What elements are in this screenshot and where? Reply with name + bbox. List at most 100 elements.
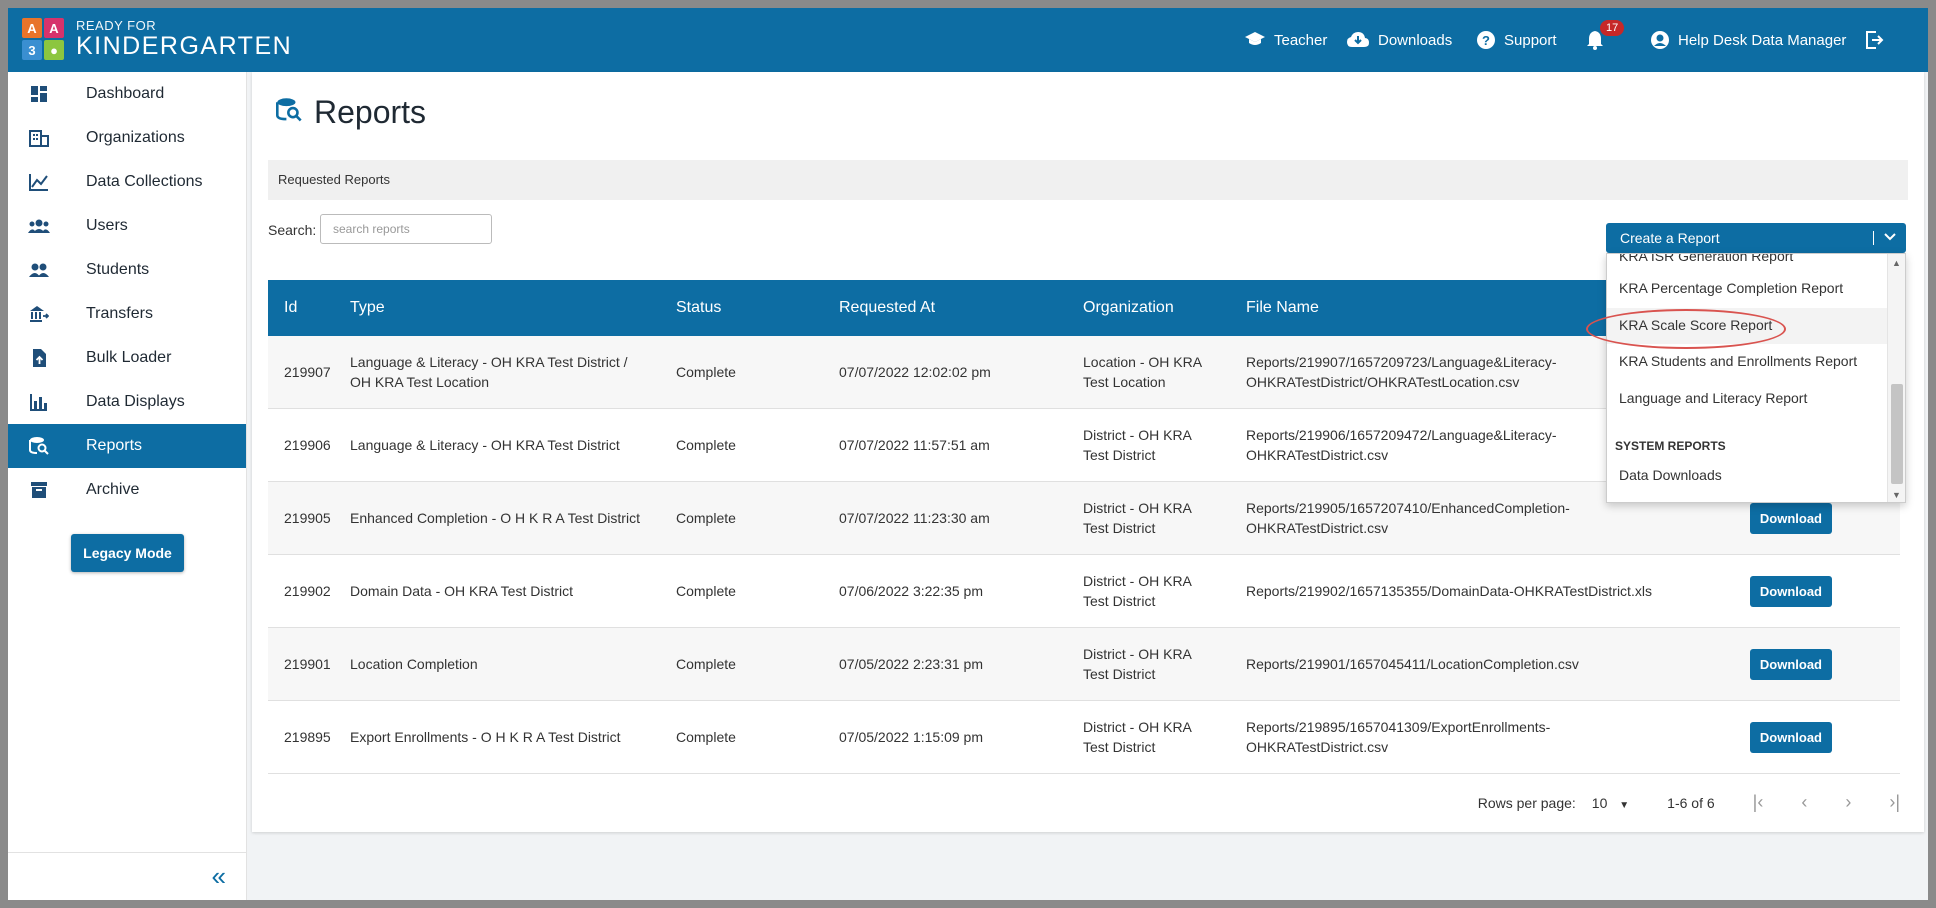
cell-type: Export Enrollments - O H K R A Test Dist… [350, 727, 676, 747]
user-name: Help Desk Data Manager [1678, 31, 1847, 49]
menu-section-header: SYSTEM REPORTS [1615, 439, 1726, 453]
graduation-cap-icon [1244, 31, 1266, 49]
menu-item-kra-isr-generation-report[interactable]: KRA ISR Generation Report [1619, 254, 1793, 264]
sidebar-item-data-collections[interactable]: Data Collections [8, 160, 246, 204]
download-button[interactable]: Download [1749, 648, 1832, 680]
cell-file-name: Reports/219895/1657041309/ExportEnrollme… [1246, 717, 1734, 758]
sidebar-item-label: Transfers [86, 305, 153, 322]
cell-requested-at: 07/07/2022 12:02:02 pm [839, 362, 1083, 382]
last-page-icon[interactable]: ›| [1889, 792, 1900, 813]
cell-status-line: Complete [676, 363, 736, 380]
scroll-up-arrow-icon[interactable]: ▲ [1892, 258, 1901, 268]
cell-id: 219906 [268, 435, 350, 455]
column-header-type[interactable]: Type [350, 296, 676, 319]
sidebar-item-bulk-loader[interactable]: Bulk Loader [8, 336, 246, 380]
collapse-sidebar-icon[interactable]: « [212, 861, 226, 892]
download-button[interactable]: Download [1749, 575, 1832, 607]
sidebar-collapse-bar: « [8, 852, 246, 900]
cell-id-line: 219895 [284, 728, 331, 745]
cell-status: Complete [676, 727, 839, 747]
cell-actions: Download [1734, 721, 1900, 753]
legacy-mode-button[interactable]: Legacy Mode [71, 534, 184, 572]
app-window: A A 3 ● READY FOR KINDERGARTEN Teacher D… [8, 8, 1928, 900]
logo-block-green: ● [44, 40, 64, 60]
column-header-status[interactable]: Status [676, 296, 839, 319]
sidebar-item-users[interactable]: Users [8, 204, 246, 248]
cell-type: Location Completion [350, 654, 676, 674]
users-icon [28, 215, 50, 237]
rows-per-page-value: 10 [1591, 794, 1608, 811]
next-page-icon[interactable]: › [1845, 792, 1851, 813]
cell-requested-at: 07/05/2022 2:23:31 pm [839, 654, 1083, 674]
sidebar-item-label: Organizations [86, 129, 185, 146]
cell-file-name-line: OHKRATestDistrict.csv [1246, 739, 1389, 755]
logo-blocks: A A 3 ● [22, 18, 64, 60]
column-header-id[interactable]: Id [268, 296, 350, 319]
pagination: Rows per page: 10 ▼ 1-6 of 6 |‹ ‹ › ›| [1478, 792, 1900, 813]
logo-block-orange: A [22, 18, 42, 38]
cell-file-name-line: Reports/219901/1657045411/LocationComple… [1246, 655, 1579, 672]
menu-item-kra-percentage-completion-report[interactable]: KRA Percentage Completion Report [1619, 280, 1843, 296]
column-header-organization[interactable]: Organization [1083, 296, 1246, 319]
sidebar-item-label: Data Displays [86, 393, 185, 410]
bar-chart-icon [28, 391, 50, 413]
menu-item-kra-students-enrollments-report[interactable]: KRA Students and Enrollments Report [1619, 353, 1857, 369]
cell-id-line: 219905 [284, 509, 331, 526]
first-page-icon[interactable]: |‹ [1753, 792, 1764, 813]
cell-id: 219905 [268, 508, 350, 528]
download-button[interactable]: Download [1749, 721, 1832, 753]
scrollbar-thumb[interactable] [1891, 384, 1903, 484]
cell-requested-at: 07/07/2022 11:57:51 am [839, 435, 1083, 455]
sidebar-item-archive[interactable]: Archive [8, 468, 246, 512]
cell-file-name-line: OHKRATestDistrict.csv [1246, 520, 1389, 536]
menu-item-data-downloads[interactable]: Data Downloads [1619, 467, 1722, 483]
notifications-button[interactable]: 17 [1586, 8, 1626, 72]
cell-organization-line: District - OH KRA [1083, 645, 1192, 662]
create-report-dropdown[interactable]: Create a Report [1606, 223, 1906, 253]
download-button[interactable]: Download [1749, 502, 1832, 534]
sidebar-item-dashboard[interactable]: Dashboard [8, 72, 246, 116]
teacher-link[interactable]: Teacher [1244, 8, 1327, 72]
logo-text-small: READY FOR [76, 18, 157, 33]
sidebar-item-data-displays[interactable]: Data Displays [8, 380, 246, 424]
downloads-link[interactable]: Downloads [1346, 8, 1452, 72]
cell-id: 219907 [268, 362, 350, 382]
cell-requested-at: 07/06/2022 3:22:35 pm [839, 581, 1083, 601]
logout-button[interactable] [1864, 8, 1892, 72]
dropdown-divider [1873, 231, 1874, 245]
previous-page-icon[interactable]: ‹ [1801, 792, 1807, 813]
scroll-down-arrow-icon[interactable]: ▼ [1892, 490, 1901, 500]
app-logo[interactable]: A A 3 ● READY FOR KINDERGARTEN [22, 18, 292, 60]
cell-organization: District - OH KRA Test District [1083, 644, 1246, 685]
sidebar-item-reports[interactable]: Reports [8, 424, 246, 468]
cell-status: Complete [676, 654, 839, 674]
report-search-icon [28, 435, 50, 457]
cell-type: Language & Literacy - OH KRA Test Distri… [350, 352, 676, 393]
rows-per-page-select[interactable]: 10 ▼ [1592, 795, 1629, 811]
downloads-label: Downloads [1378, 31, 1453, 49]
sidebar-item-label: Reports [86, 437, 143, 454]
cell-status-line: Complete [676, 509, 736, 526]
caret-down-icon: ▼ [1619, 799, 1630, 811]
support-link[interactable]: ? Support [1476, 8, 1557, 72]
sidebar-item-transfers[interactable]: Transfers [8, 292, 246, 336]
cell-id: 219902 [268, 581, 350, 601]
cell-organization-line: Test District [1083, 520, 1156, 536]
table-row: 219902 Domain Data - OH KRA Test District… [268, 555, 1900, 628]
menu-scrollbar[interactable]: ▲ ▼ [1887, 254, 1905, 502]
annotation-circle [1586, 309, 1786, 349]
user-menu[interactable]: Help Desk Data Manager [1650, 8, 1846, 72]
sidebar-item-organizations[interactable]: Organizations [8, 116, 246, 160]
logo-text-large: KINDERGARTEN [76, 32, 293, 60]
menu-item-language-literacy-report[interactable]: Language and Literacy Report [1619, 390, 1807, 406]
column-header-requested-at[interactable]: Requested At [839, 296, 1083, 319]
cell-status-line: Complete [676, 655, 736, 672]
search-input[interactable] [320, 214, 492, 244]
report-search-icon [276, 96, 302, 129]
create-report-menu: KRA ISR Generation Report KRA Percentage… [1606, 253, 1906, 503]
create-report-label: Create a Report [1620, 230, 1720, 246]
logo-block-blue: 3 [22, 40, 42, 60]
students-icon [28, 259, 50, 281]
sidebar-item-students[interactable]: Students [8, 248, 246, 292]
sidebar-item-label: Data Collections [86, 173, 203, 190]
